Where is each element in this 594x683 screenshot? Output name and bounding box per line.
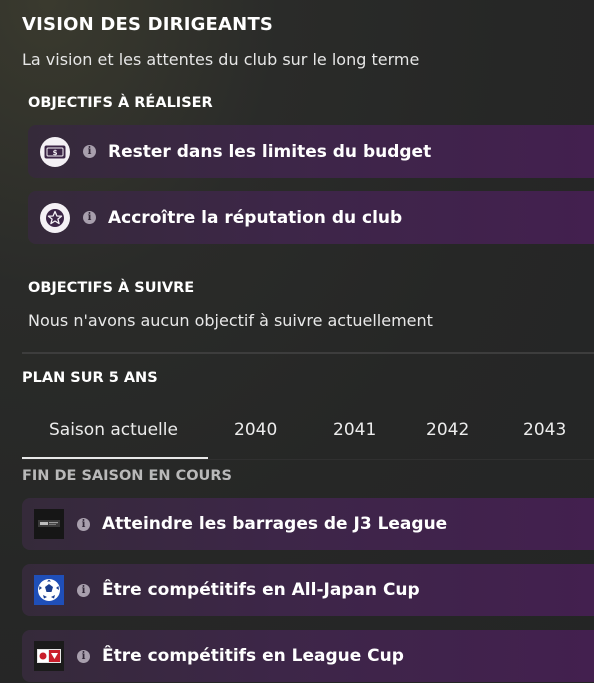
- league-cup-logo-icon: [34, 641, 64, 671]
- season-objective-label: Être compétitifs en League Cup: [102, 646, 404, 666]
- info-icon[interactable]: i: [83, 211, 96, 224]
- five-year-plan-tabs: Saison actuelle 2040 2041 2042 2043: [22, 420, 594, 464]
- tab-current-season[interactable]: Saison actuelle: [49, 420, 178, 440]
- season-end-heading: FIN DE SAISON EN COURS: [22, 468, 232, 484]
- season-objective-row-all-japan-cup[interactable]: i Être compétitifs en All-Japan Cup: [22, 564, 594, 616]
- season-objective-label: Être compétitifs en All-Japan Cup: [102, 580, 420, 600]
- page-title: VISION DES DIRIGEANTS: [22, 14, 274, 35]
- star-icon: [40, 202, 70, 233]
- season-objective-label: Atteindre les barrages de J3 League: [102, 514, 448, 534]
- tab-2042[interactable]: 2042: [426, 420, 469, 440]
- season-objective-row-league-cup[interactable]: i Être compétitifs en League Cup: [22, 630, 594, 682]
- tab-2040[interactable]: 2040: [234, 420, 277, 440]
- tab-2043[interactable]: 2043: [523, 420, 566, 440]
- page-subtitle: La vision et les attentes du club sur le…: [22, 50, 420, 69]
- objectives-to-achieve-heading: OBJECTIFS À RÉALISER: [28, 95, 213, 111]
- objective-row-reputation[interactable]: i Accroître la réputation du club: [28, 191, 594, 244]
- objective-label: Accroître la réputation du club: [108, 207, 403, 228]
- info-icon[interactable]: i: [77, 649, 90, 663]
- five-year-plan-heading: PLAN SUR 5 ANS: [22, 370, 158, 386]
- objectives-to-follow-heading: OBJECTIFS À SUIVRE: [28, 280, 195, 296]
- objective-row-budget[interactable]: $ i Rester dans les limites du budget: [28, 125, 594, 178]
- info-icon[interactable]: i: [77, 583, 90, 597]
- info-icon[interactable]: i: [83, 145, 96, 158]
- svg-text:$: $: [53, 149, 58, 157]
- section-divider: [22, 352, 594, 354]
- objectives-to-follow-empty-text: Nous n'avons aucun objectif à suivre act…: [28, 311, 433, 330]
- tabs-baseline: [22, 459, 594, 460]
- tab-2041[interactable]: 2041: [333, 420, 376, 440]
- season-objective-row-j3[interactable]: i Atteindre les barrages de J3 League: [22, 498, 594, 550]
- all-japan-cup-logo-icon: [34, 575, 64, 605]
- info-icon[interactable]: i: [77, 517, 90, 531]
- objective-label: Rester dans les limites du budget: [108, 141, 432, 162]
- money-icon: $: [40, 136, 70, 167]
- j3-league-logo-icon: [34, 509, 64, 539]
